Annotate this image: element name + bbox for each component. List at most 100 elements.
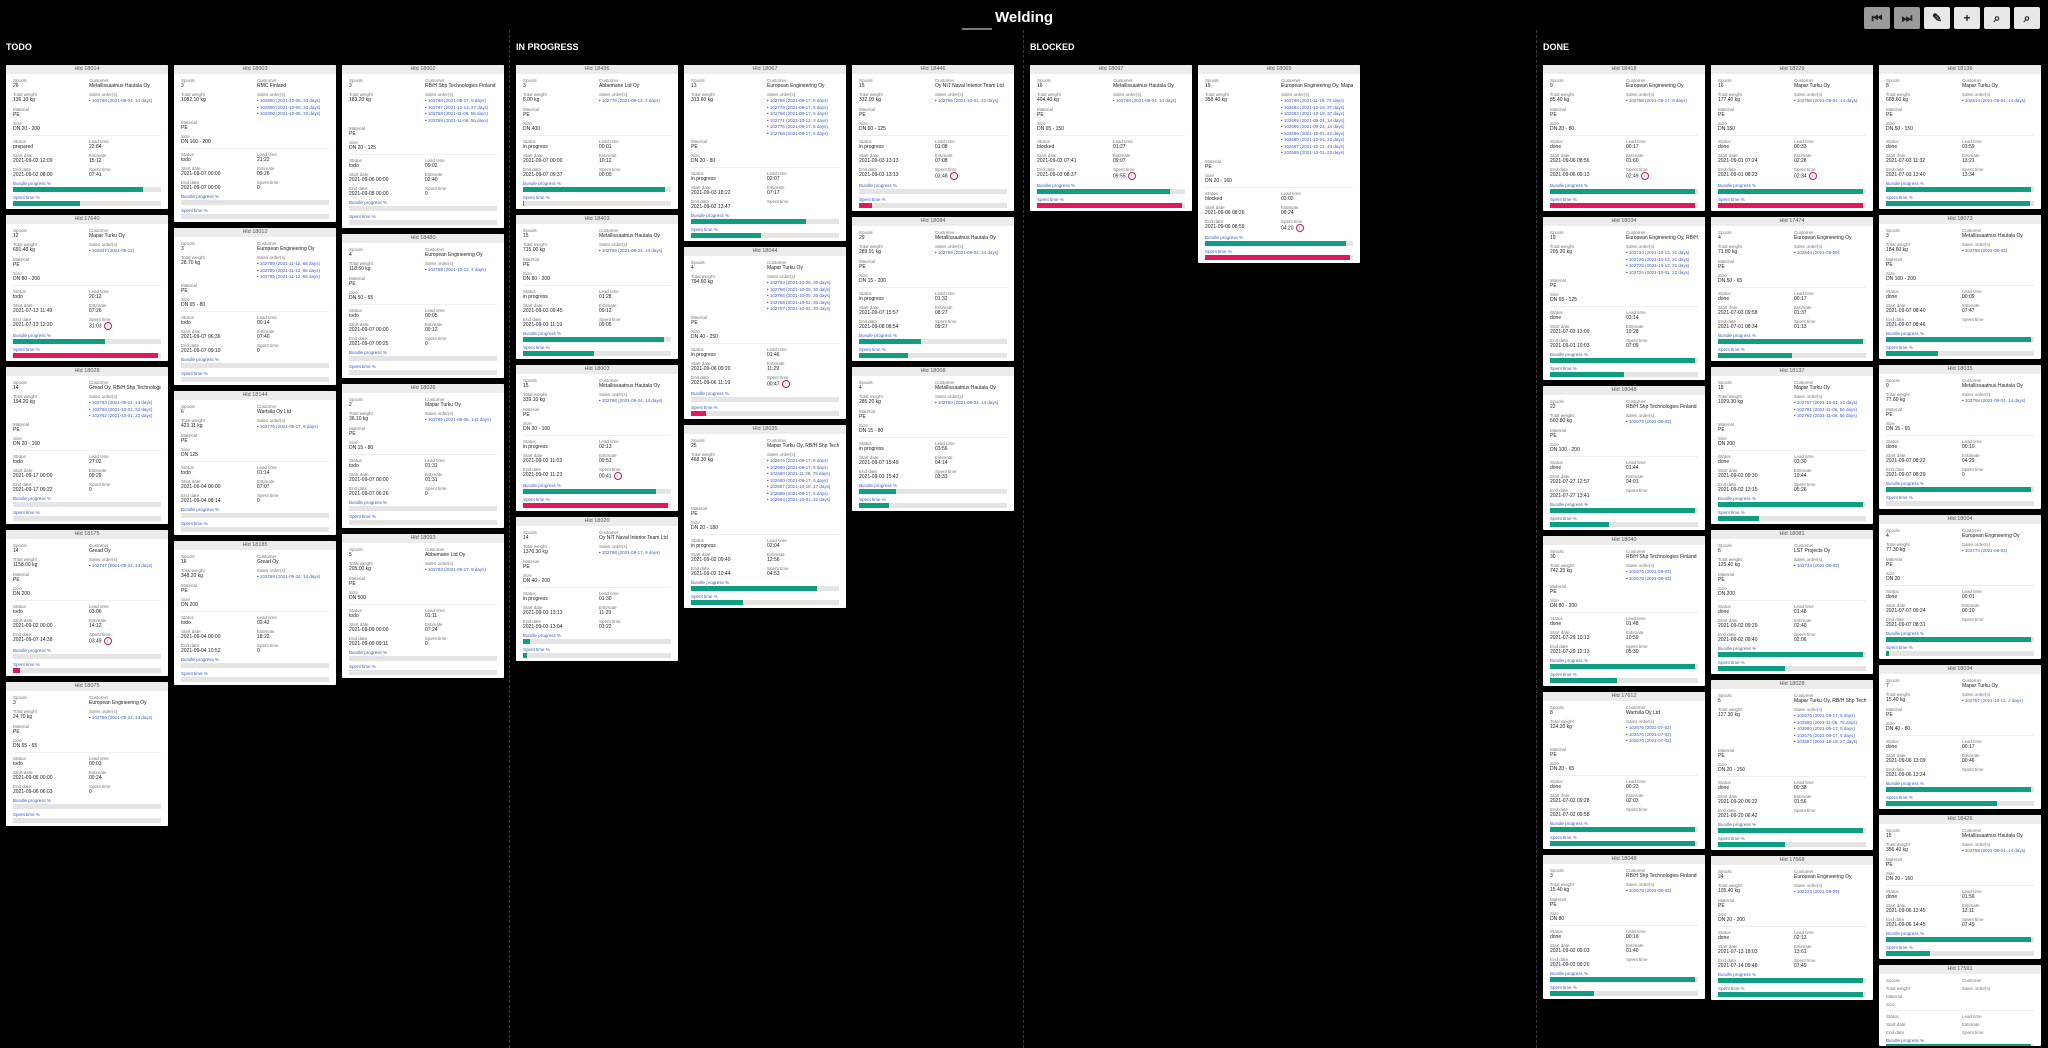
- sales-order-link[interactable]: 102767 (2021-10-13, 27 days): [425, 105, 497, 111]
- sales-order-link[interactable]: 102844 (2021-09-09): [1794, 250, 1866, 256]
- sales-order-link[interactable]: 102685 (2021-10-01, 22 days): [1281, 150, 1353, 156]
- job-card[interactable]: Hld 18144 Spools 6 Customer Wartsila Oy Ltd T…: [174, 391, 336, 535]
- job-card[interactable]: Hld 18003 Spools 15 Customer Metallissaatnus…: [516, 365, 678, 511]
- job-card[interactable]: Hld 18175 Spools 14 Customer Gread Oy Total w…: [6, 530, 168, 676]
- sales-order-link[interactable]: 102765 (2021-09-06, 142 days): [425, 417, 497, 423]
- sales-order-link[interactable]: 102766 (2021-10-01, 22 days): [935, 98, 1007, 104]
- sales-order-link[interactable]: 102725 (2021-10-13, 31 days): [1626, 263, 1698, 269]
- sales-order-link[interactable]: 102676 (2021-09-03): [1626, 569, 1698, 575]
- sales-order-link[interactable]: 102760 (2021-09-04, 14 days): [935, 400, 1007, 406]
- job-card[interactable]: Hld 18185 Spools 16 Customer Gread Oy Total w…: [174, 541, 336, 685]
- sales-order-link[interactable]: 102689 (2021-09-24, 14 days): [1281, 118, 1353, 124]
- job-card[interactable]: Hld 18028 Spools 14 Customer Gread Oy, RB/H …: [6, 367, 168, 524]
- first-page-button[interactable]: ⏮: [1864, 7, 1890, 29]
- sales-order-link[interactable]: 102847 (2021-09-12): [89, 248, 161, 254]
- zoom-in-button[interactable]: ⌕: [1984, 7, 2010, 29]
- sales-order-link[interactable]: 102767 (2021-10-12, 2 days): [1962, 698, 2034, 704]
- sales-order-link[interactable]: 102766 (2021-10-05, 30 days): [767, 293, 839, 299]
- sales-order-link[interactable]: 102760 (2021-10-01, 22 days): [89, 407, 161, 413]
- sales-order-link[interactable]: 102778 (2021-09-12, 2 days): [599, 98, 671, 104]
- sales-order-link[interactable]: 102768 (2021-10-02, 30 days): [767, 300, 839, 306]
- sales-order-link[interactable]: 102688 (2021-09-17, 5 days): [767, 491, 839, 497]
- sales-order-link[interactable]: 102687 (2021-10-12, 44 days): [1281, 144, 1353, 150]
- sales-order-link[interactable]: 102676 (2021-09-17, 5 days): [1794, 733, 1866, 739]
- job-card[interactable]: Hld 18436 Spools 3 Customer Abbemane Ltd Oy T…: [516, 65, 678, 209]
- sales-order-link[interactable]: 102768 (2021-09-04, 14 days): [89, 98, 161, 104]
- sales-order-link[interactable]: 102223 (2021-09-09): [1794, 889, 1866, 895]
- sales-order-link[interactable]: 102800 (2021-10-05, 33 days): [257, 98, 329, 104]
- sales-order-link[interactable]: 102680 (2021-09-17, 5 days): [1794, 726, 1866, 732]
- sales-order-link[interactable]: 102768 (2021-09-04, 14 days): [1794, 98, 1866, 104]
- job-card[interactable]: Hld 18044 Spools 4 Customer Mapar Turku Oy To…: [684, 247, 846, 419]
- job-card[interactable]: Hld 18084 Spools 29 Customer Metallissaatnus…: [852, 217, 1014, 361]
- sales-order-link[interactable]: 102768 (2021-09-17, 9 days): [1626, 98, 1698, 104]
- job-card[interactable]: Hld 18012 Spools 3 Customer European Enginee…: [174, 228, 336, 385]
- job-card[interactable]: Hld 18093 Spools 5 Customer Abbemane Ltd Oy T…: [342, 534, 504, 678]
- sales-order-link[interactable]: 102762 (2021-10-01, 22 days): [89, 413, 161, 419]
- job-card[interactable]: Hld 18097 Spools 16 Customer Metallissaatnus…: [1030, 65, 1192, 211]
- job-card[interactable]: Hld 18034 Spools 19 Customer European Engine…: [1543, 217, 1705, 380]
- sales-order-link[interactable]: 102683 (2021-10-18, 37 days): [1281, 111, 1353, 117]
- job-card[interactable]: Hld 18040 Spools 30 Customer RB/H Shp Techno…: [1543, 536, 1705, 686]
- sales-order-link[interactable]: 102768 (2021-11-06, 56 days): [425, 118, 497, 124]
- job-card[interactable]: Hld 18035 Spools 9 Customer Metallissaatnus …: [1879, 365, 2041, 509]
- sales-order-link[interactable]: 102768 (2021-11-06, 56 days): [425, 111, 497, 117]
- sales-order-link[interactable]: 102781 (2021-11-06, 56 days): [1794, 407, 1866, 413]
- sales-order-link[interactable]: 102724 (2021-10-01, 22 days): [1626, 270, 1698, 276]
- job-card[interactable]: Hld 18004 Spools 4 Customer European Enginee…: [1879, 515, 2041, 659]
- sales-order-link[interactable]: 102686 (2021-09-24, 14 days): [1281, 124, 1353, 130]
- zoom-out-button[interactable]: ⌕: [2014, 7, 2040, 29]
- job-card[interactable]: Hld 18067 Spools 13 Customer European Engine…: [684, 65, 846, 241]
- sales-order-link[interactable]: 102767 (2021-10-02, 30 days): [767, 306, 839, 312]
- sales-order-link[interactable]: 102768 (2021-09-24, 14 days): [257, 574, 329, 580]
- sales-order-link[interactable]: 102785 (2021-11-12, 66 days): [257, 274, 329, 280]
- sales-order-link[interactable]: 102763 (2021-11-06, 56 days): [1794, 413, 1866, 419]
- sales-order-link[interactable]: 102680 (2021-10-01, 22 days): [1281, 137, 1353, 143]
- job-card[interactable]: Hld 18028 Spools 5 Customer Mapar Turku Oy, …: [1711, 680, 1873, 850]
- sales-order-link[interactable]: 102676 (2021-07-02): [1626, 738, 1698, 744]
- sales-order-link[interactable]: 102676 (2021-07-02): [1626, 725, 1698, 731]
- sales-order-link[interactable]: 102799 (2021-09-24, 14 days): [89, 715, 161, 721]
- sales-order-link[interactable]: 102680 (2021-09-17, 5 days): [767, 465, 839, 471]
- job-card[interactable]: Hld 18065 Spools 19 Customer European Engine…: [1198, 65, 1360, 263]
- sales-order-link[interactable]: 102684 (2021-10-18, 37 days): [1281, 105, 1353, 111]
- sales-order-link[interactable]: 102763 (2021-10-05, 30 days): [767, 280, 839, 286]
- job-card[interactable]: Hld 18446 Spools 15 Customer Oy NIT Naval In…: [852, 65, 1014, 211]
- job-card[interactable]: Hld 18003 Spools 3 Customer RMC Finland Total…: [174, 65, 336, 222]
- job-card[interactable]: Hld 18020 Spools 14 Customer Oy NIT Naval In…: [516, 517, 678, 661]
- sales-order-link[interactable]: 102786 (2021-11-12, 66 days): [257, 268, 329, 274]
- sales-order-link[interactable]: 102774 (2021-09-03): [1962, 548, 2034, 554]
- job-card[interactable]: Hld 17612 Spools 8 Customer Wartsila Oy Ltd T…: [1543, 692, 1705, 849]
- job-card[interactable]: Hld 18008 Spools 4 Customer Metallissaatnus …: [852, 367, 1014, 511]
- sales-order-link[interactable]: 102768 (2021-11-19, 72 days): [1281, 98, 1353, 104]
- edit-button[interactable]: ✎: [1924, 7, 1950, 29]
- sales-order-link[interactable]: 102678 (2021-09-03): [1626, 576, 1698, 582]
- job-card[interactable]: Hld 18048 Spools 22 Customer RB/H Shp Techno…: [1543, 386, 1705, 530]
- job-card[interactable]: Hld 17474 Spools 4 Customer European Enginee…: [1711, 217, 1873, 361]
- add-button[interactable]: +: [1954, 7, 1980, 29]
- sales-order-link[interactable]: 102768 (2021-09-24, 14 days): [599, 398, 671, 404]
- job-card[interactable]: Hld 18014 Spools 26 Customer Metallissaatnus…: [6, 65, 168, 209]
- sales-order-link[interactable]: 102676 (2021-09-17, 5 days): [1794, 713, 1866, 719]
- job-card[interactable]: Hld 18229 Spools 16 Customer Mapar Turku Oy T…: [1711, 65, 1873, 211]
- job-card[interactable]: Hld 18035 Spools 25 Customer Mapar Turku Oy,…: [684, 425, 846, 608]
- sales-order-link[interactable]: 102726 (2021-10-13, 31 days): [1626, 257, 1698, 263]
- sales-order-link[interactable]: 102771 (2021-10-12, 3 days): [767, 118, 839, 124]
- sales-order-link[interactable]: 102768 (2021-09-17, 5 days): [767, 131, 839, 137]
- sales-order-link[interactable]: 102800 (2021-10-05, 33 days): [257, 111, 329, 117]
- sales-order-link[interactable]: 102676 (2021-09-17, 5 days): [767, 458, 839, 464]
- job-card[interactable]: Hld 18403 Spools 15 Customer Metallissaatnus…: [516, 215, 678, 359]
- last-page-button[interactable]: ⏭: [1894, 7, 1920, 29]
- job-card[interactable]: Hld 18081 Spools 6 Customer LST Projects Oy T…: [1711, 530, 1873, 674]
- sales-order-link[interactable]: 102814 (2021-09-04, 14 days): [1962, 98, 2034, 104]
- sales-order-link[interactable]: 102800 (2021-10-05, 33 days): [257, 105, 329, 111]
- job-card[interactable]: Hld 18026 Spools 2 Customer Mapar Turku Oy To…: [342, 384, 504, 528]
- sales-order-link[interactable]: 102787 (2021-10-01, 22 days): [1794, 400, 1866, 406]
- sales-order-link[interactable]: 102776 (2021-09-17, 5 days): [767, 124, 839, 130]
- sales-order-link[interactable]: 102687 (2021-10-18, 27 days): [767, 484, 839, 490]
- sales-order-link[interactable]: 102763 (2021-09-24, 14 days): [89, 400, 161, 406]
- sales-order-link[interactable]: 102687 (2021-10-18, 27 days): [1794, 739, 1866, 745]
- sales-order-link[interactable]: 102680 (2021-09-17, 5 days): [767, 478, 839, 484]
- sales-order-link[interactable]: 102768 (2021-09-04, 14 days): [1962, 848, 2034, 854]
- sales-order-link[interactable]: 102678 (2021-09-03): [1626, 419, 1698, 425]
